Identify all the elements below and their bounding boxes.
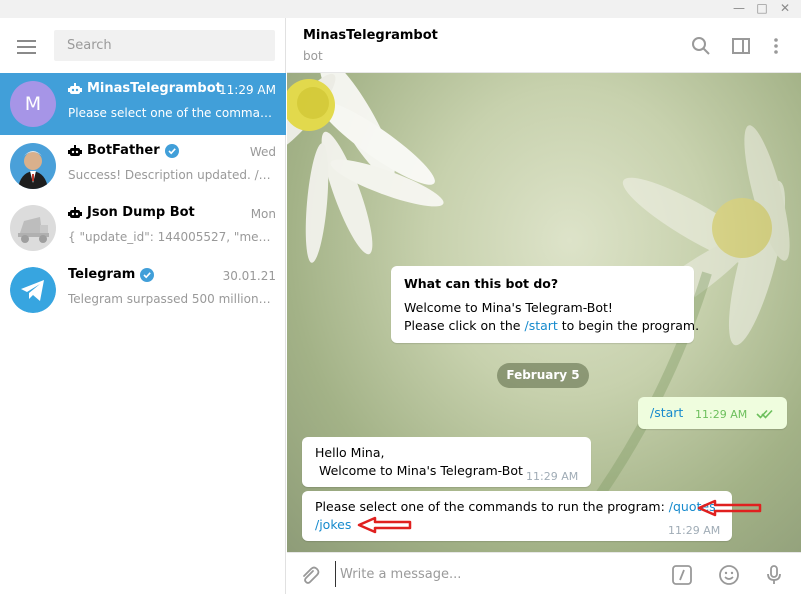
avatar [10, 267, 56, 313]
message-time: 11:29 AM [668, 524, 721, 537]
sidebar: M MinasTelegrambot 11:29 AM Please selec… [0, 18, 286, 594]
dump-truck-avatar-image [10, 205, 56, 251]
intro-text-pre: Please click on the [404, 318, 525, 333]
message-line1: Please select one of the commands to run… [315, 499, 716, 514]
message-text[interactable]: /start [650, 405, 683, 420]
jokes-command-link[interactable]: /jokes [315, 517, 351, 532]
bot-icon [68, 144, 82, 156]
sidebar-toggle-icon[interactable] [731, 36, 751, 56]
chat-preview: Telegram surpassed 500 million active us… [68, 292, 274, 306]
chat-name: BotFather [68, 143, 179, 158]
chat-time: Wed [249, 145, 276, 159]
telegram-logo-icon [10, 267, 56, 313]
chat-name-text: MinasTelegrambot [87, 81, 222, 96]
message-text: Please select one of the commands to run… [315, 499, 669, 514]
read-double-check-icon [756, 409, 773, 419]
chat-time: Mon [250, 207, 276, 221]
search-box[interactable] [54, 30, 275, 61]
botfather-avatar-image [10, 143, 56, 189]
bot-intro-line2: Please click on the /start to begin the … [404, 318, 699, 333]
start-command-link[interactable]: /start [524, 318, 557, 333]
message-line2: Welcome to Mina's Telegram-Bot [315, 463, 523, 478]
chat-name-text: Json Dump Bot [87, 205, 195, 220]
bot-icon [68, 82, 82, 94]
incoming-message[interactable]: Hello Mina, Welcome to Mina's Telegram-B… [302, 437, 591, 487]
chat-item-botfather[interactable]: BotFather Wed Success! Description updat… [0, 135, 286, 197]
bot-intro-title: What can this bot do? [404, 276, 559, 291]
chat-name: Telegram [68, 267, 155, 282]
bot-intro-card: What can this bot do? Welcome to Mina's … [391, 266, 699, 343]
annotation-arrow-jokes [357, 516, 412, 534]
chat-item-minastelegrambot[interactable]: M MinasTelegrambot 11:29 AM Please selec… [0, 73, 286, 135]
chat-time: 11:29 AM [219, 83, 276, 97]
chat-status: bot [303, 49, 323, 63]
microphone-icon[interactable] [763, 564, 785, 586]
verified-badge-icon [140, 267, 155, 282]
message-composer [287, 552, 801, 594]
search-icon[interactable] [691, 36, 711, 56]
avatar [10, 143, 56, 189]
chat-item-telegram[interactable]: Telegram 30.01.21 Telegram surpassed 500… [0, 259, 286, 321]
maximize-icon[interactable]: □ [751, 0, 773, 18]
verified-badge-icon [164, 143, 179, 158]
intro-text-post: to begin the program. [557, 318, 700, 333]
message-time: 11:29 AM [695, 408, 748, 421]
message-input[interactable] [335, 561, 662, 587]
close-icon[interactable]: ✕ [774, 0, 796, 18]
search-input[interactable] [54, 30, 267, 61]
chat-preview: Success! Description updated. /help [68, 168, 274, 182]
chat-name: Json Dump Bot [68, 205, 195, 220]
chat-name-text: Telegram [68, 267, 136, 282]
window-titlebar: — □ ✕ [0, 0, 801, 18]
attach-paperclip-icon[interactable] [298, 564, 320, 586]
chat-item-json-dump-bot[interactable]: Json Dump Bot Mon { "update_id": 1440055… [0, 197, 286, 259]
emoji-icon[interactable] [718, 564, 740, 586]
bot-commands-icon[interactable] [671, 564, 693, 586]
annotation-arrow-quotes [697, 499, 762, 517]
message-time: 11:29 AM [526, 470, 579, 483]
message-line2: /jokes [315, 517, 351, 532]
message-area: What can this bot do? Welcome to Mina's … [287, 73, 801, 552]
chat-name: MinasTelegrambot [68, 81, 222, 96]
chat-header: MinasTelegrambot bot [287, 18, 801, 73]
chat-preview: { "update_id": 144005527, "message": { [68, 230, 274, 244]
avatar: M [10, 81, 56, 127]
outgoing-message[interactable]: /start 11:29 AM [638, 397, 787, 429]
chat-time: 30.01.21 [222, 269, 276, 283]
avatar [10, 205, 56, 251]
bot-icon [68, 206, 82, 218]
message-line1: Hello Mina, [315, 445, 385, 460]
chat-title[interactable]: MinasTelegrambot [303, 28, 438, 43]
minimize-icon[interactable]: — [728, 0, 750, 18]
chat-preview: Please select one of the commands to run… [68, 106, 274, 120]
more-vertical-icon[interactable] [766, 36, 786, 56]
chat-name-text: BotFather [87, 143, 160, 158]
bot-intro-line1: Welcome to Mina's Telegram-Bot! [404, 300, 613, 315]
hamburger-menu-icon[interactable] [17, 40, 36, 54]
date-separator: February 5 [497, 363, 589, 388]
